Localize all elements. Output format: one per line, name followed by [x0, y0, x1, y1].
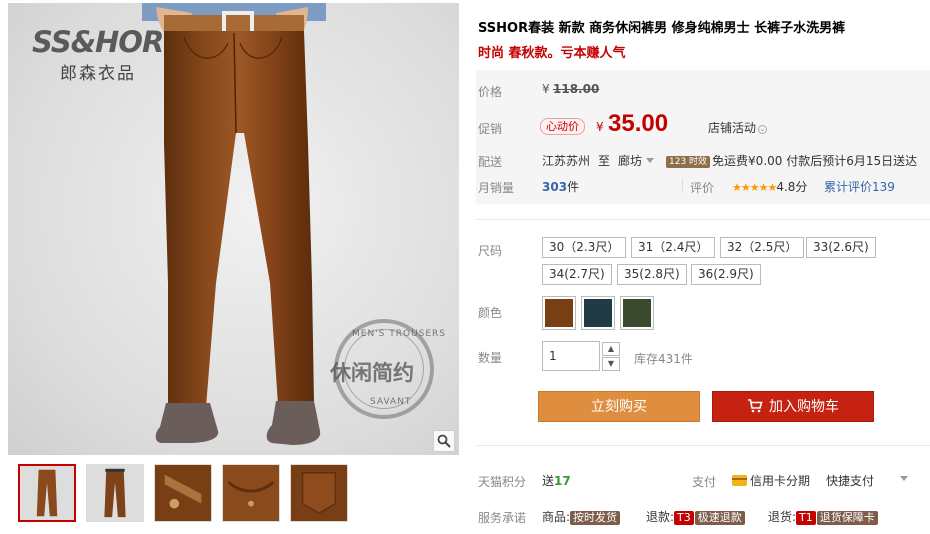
ship-to-dropdown[interactable]: 廊坊 [618, 152, 655, 169]
color-fill [545, 299, 573, 327]
ship-label: 配送 [478, 155, 503, 169]
size-option-35[interactable]: 35(2.8尺) [617, 264, 687, 285]
cart-icon [748, 399, 763, 413]
promise-refund: 退款: T3 极速退款 [646, 508, 745, 525]
add-to-cart-button[interactable]: 加入购物车 [712, 391, 874, 422]
product-subtitle: 时尚 春秋款。亏本赚人气 [478, 46, 626, 61]
dropdown-arrow-icon [900, 476, 908, 481]
quick-pay: 快捷支付 [826, 474, 875, 488]
return-badge: 退货保障卡 [816, 511, 878, 525]
qty-decrease-button[interactable]: ▼ [602, 357, 620, 371]
promise-return: 退货: T1 退货保障卡 [768, 508, 878, 525]
size-option-30[interactable]: 30（2.3尺） [542, 237, 627, 258]
rating-wrap: ★★★★★4.8分 [732, 178, 807, 195]
brand-subtitle: 郎森衣品 [60, 64, 136, 84]
quantity-input[interactable] [542, 341, 600, 371]
credit-card-icon [732, 475, 747, 486]
thumbnail-5[interactable] [290, 464, 348, 522]
color-label: 颜色 [478, 306, 503, 320]
main-product-image[interactable]: SS&HOR 郎森衣品 MEN'S TROUSERS 休闲简约 SAVANT [8, 3, 459, 455]
pay-label: 支付 [692, 475, 717, 489]
thumbnail-strip [18, 464, 348, 522]
ship-from: 江苏苏州 [542, 154, 591, 168]
product-details: SSHOR春装 新款 商务休闲裤男 修身纯棉男士 长裤子水洗男裤 时尚 春秋款。… [476, 0, 930, 534]
divider [476, 219, 930, 220]
divider [682, 178, 683, 192]
add-to-cart-label: 加入购物车 [769, 399, 839, 415]
size-option-34[interactable]: 34(2.7尺) [542, 264, 612, 285]
price-box: 价格 ¥ 118.00 促销 心动价 ¥ 35.00 店铺活动 ⌄ 配送 江苏苏州… [476, 70, 930, 204]
points-label: 天猫积分 [478, 475, 527, 489]
points-wrap: 送17 [542, 472, 571, 489]
ship-to-word: 至 [598, 154, 611, 168]
promo-price: 35.00 [608, 110, 669, 137]
shop-promo-dropdown[interactable]: 店铺活动 ⌄ [708, 119, 768, 136]
divider [476, 445, 930, 446]
credit-installment: 信用卡分期 [732, 472, 810, 489]
rating-value: 4.8分 [776, 180, 808, 194]
points-send: 送 [542, 474, 555, 488]
thumbnail-1[interactable] [18, 464, 76, 522]
promise-goods: 商品: 按时发货 [542, 508, 621, 525]
chevron-down-icon: ⌄ [758, 125, 768, 134]
buy-now-button[interactable]: 立刻购买 [538, 391, 700, 422]
sales-count: 303 [542, 180, 568, 194]
size-label: 尺码 [478, 244, 503, 258]
stamp-top-text: MEN'S TROUSERS [352, 329, 447, 339]
time-badge: 123 时效 [666, 156, 711, 168]
original-price: 118.00 [553, 82, 600, 96]
points-value: 17 [554, 474, 571, 488]
promise-label: 服务承诺 [478, 511, 527, 525]
sales-label: 月销量 [478, 181, 515, 195]
goods-label: 商品: [542, 510, 571, 524]
size-option-31[interactable]: 31（2.4尺） [631, 237, 716, 258]
return-label: 退货: [768, 510, 797, 524]
color-swatch-brown[interactable] [542, 296, 576, 330]
stamp-bottom-text: SAVANT [370, 397, 412, 407]
thumbnail-4[interactable] [222, 464, 280, 522]
price-label: 价格 [478, 85, 503, 99]
product-title: SSHOR春装 新款 商务休闲裤男 修身纯棉男士 长裤子水洗男裤 [478, 21, 846, 36]
sales-count-wrap: 303件 [542, 178, 579, 195]
refund-label: 退款: [646, 510, 675, 524]
stock-text: 库存431件 [634, 352, 693, 366]
pay-expand[interactable] [896, 472, 908, 486]
goods-badge: 按时发货 [570, 511, 621, 525]
shop-promo-label: 店铺活动 [708, 121, 757, 135]
color-swatch-navy[interactable] [581, 296, 615, 330]
color-fill [584, 299, 612, 327]
color-swatch-green[interactable] [620, 296, 654, 330]
return-t1-badge: T1 [796, 511, 816, 525]
thumbnail-2[interactable] [86, 464, 144, 522]
sales-unit: 件 [567, 180, 580, 194]
promo-currency: ¥ [596, 120, 604, 134]
size-option-36[interactable]: 36(2.9尺) [691, 264, 761, 285]
thumbnail-3[interactable] [154, 464, 212, 522]
freight-text: 免运费¥0.00 付款后预计6月15日送达 [712, 154, 918, 168]
refund-badge: 极速退款 [694, 511, 745, 525]
brand-logo: SS&HOR [32, 25, 164, 59]
star-rating-icon: ★★★★★ [732, 181, 777, 194]
qty-increase-button[interactable]: ▲ [602, 342, 620, 356]
size-option-32[interactable]: 32（2.5尺） [720, 237, 805, 258]
total-reviews-link[interactable]: 累计评价139 [824, 178, 895, 195]
currency-symbol: ¥ [542, 82, 550, 96]
stamp-text: 休闲简约 [330, 360, 414, 385]
size-option-33[interactable]: 33(2.6尺) [806, 237, 876, 258]
refund-t3-badge: T3 [674, 511, 694, 525]
color-fill [623, 299, 651, 327]
qty-label: 数量 [478, 351, 503, 365]
credit-label: 信用卡分期 [750, 474, 811, 488]
rating-label: 评价 [690, 181, 715, 195]
promo-label: 促销 [478, 122, 503, 136]
ship-to-city: 廊坊 [618, 154, 643, 168]
delivery-info: 123 时效 免运费¥0.00 付款后预计6月15日送达 [666, 152, 917, 169]
promo-tag: 心动价 [540, 118, 585, 135]
zoom-icon[interactable] [433, 430, 455, 452]
dropdown-arrow-icon [646, 158, 655, 163]
